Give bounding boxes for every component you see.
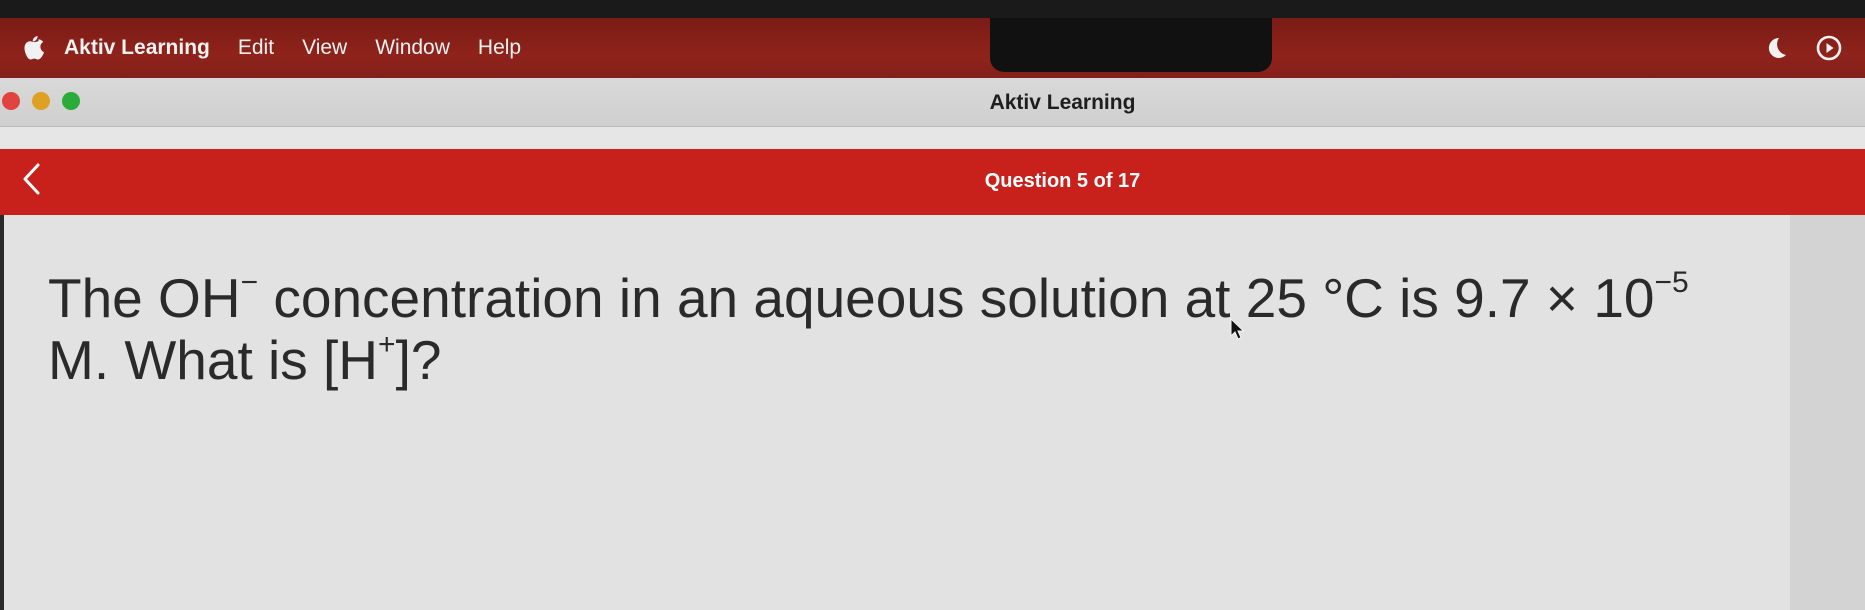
menu-app-name[interactable]: Aktiv Learning xyxy=(64,36,210,60)
superscript-plus: + xyxy=(378,327,396,361)
menu-view[interactable]: View xyxy=(302,36,347,60)
menu-edit[interactable]: Edit xyxy=(238,36,274,60)
window-edge xyxy=(0,215,4,610)
question-text-part: M. What is [H xyxy=(48,329,379,391)
window-title: Aktiv Learning xyxy=(989,91,1136,114)
question-content: The OH− concentration in an aqueous solu… xyxy=(0,215,1790,610)
status-area xyxy=(1763,18,1843,78)
question-text-part: ]? xyxy=(395,329,442,391)
question-text-part: The OH xyxy=(48,267,241,329)
title-bar: Aktiv Learning xyxy=(0,78,1865,127)
right-gutter xyxy=(1790,215,1865,610)
moon-icon[interactable] xyxy=(1763,35,1789,61)
question-text-part: concentration in an aqueous solution at … xyxy=(258,267,1655,329)
screen: Aktiv Learning Edit View Window Help Akt… xyxy=(0,0,1865,610)
apple-icon[interactable] xyxy=(14,35,54,61)
menu-bar: Aktiv Learning Edit View Window Help xyxy=(0,18,1865,78)
play-circle-icon[interactable] xyxy=(1815,34,1843,62)
app-window: Aktiv Learning Question 5 of 17 The OH− … xyxy=(0,78,1865,610)
menu-window[interactable]: Window xyxy=(375,36,450,60)
toolbar-band xyxy=(0,127,1865,149)
mouse-pointer-icon xyxy=(1230,317,1245,345)
camera-notch xyxy=(990,18,1272,72)
question-counter: Question 5 of 17 xyxy=(984,170,1141,192)
question-header: Question 5 of 17 xyxy=(0,149,1865,215)
menu-help[interactable]: Help xyxy=(478,36,521,60)
superscript-minus: − xyxy=(240,265,259,299)
question-text: The OH− concentration in an aqueous solu… xyxy=(48,267,1748,391)
superscript-exponent: −5 xyxy=(1654,265,1689,299)
